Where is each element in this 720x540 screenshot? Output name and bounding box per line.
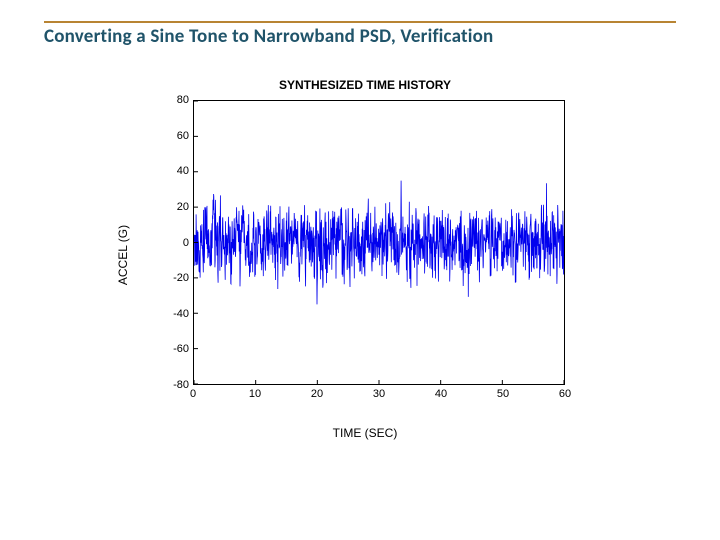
y-tick: 80 — [159, 94, 189, 106]
x-tick: 40 — [435, 388, 447, 400]
x-tick: 50 — [497, 388, 509, 400]
y-tick: -40 — [159, 308, 189, 320]
y-tick: 20 — [159, 201, 189, 213]
title-underline — [44, 21, 676, 23]
x-tick: 60 — [559, 388, 571, 400]
time-history-trace — [194, 101, 564, 384]
y-tick: 40 — [159, 165, 189, 177]
x-axis-label: TIME (SEC) — [145, 426, 585, 440]
y-tick: -20 — [159, 272, 189, 284]
x-tick: 10 — [249, 388, 261, 400]
x-tick: 20 — [311, 388, 323, 400]
plot-area — [193, 100, 565, 385]
chart: SYNTHESIZED TIME HISTORY ACCEL (G) TIME … — [145, 80, 585, 430]
slide-page: Converting a Sine Tone to Narrowband PSD… — [0, 0, 720, 540]
y-tick: -80 — [159, 379, 189, 391]
y-tick: 60 — [159, 130, 189, 142]
page-title: Converting a Sine Tone to Narrowband PSD… — [44, 25, 493, 48]
x-tick: 30 — [373, 388, 385, 400]
chart-title: SYNTHESIZED TIME HISTORY — [145, 78, 585, 92]
x-tick: 0 — [190, 388, 196, 400]
y-tick: -60 — [159, 343, 189, 355]
y-axis-label: ACCEL (G) — [116, 225, 130, 285]
y-tick: 0 — [159, 237, 189, 249]
